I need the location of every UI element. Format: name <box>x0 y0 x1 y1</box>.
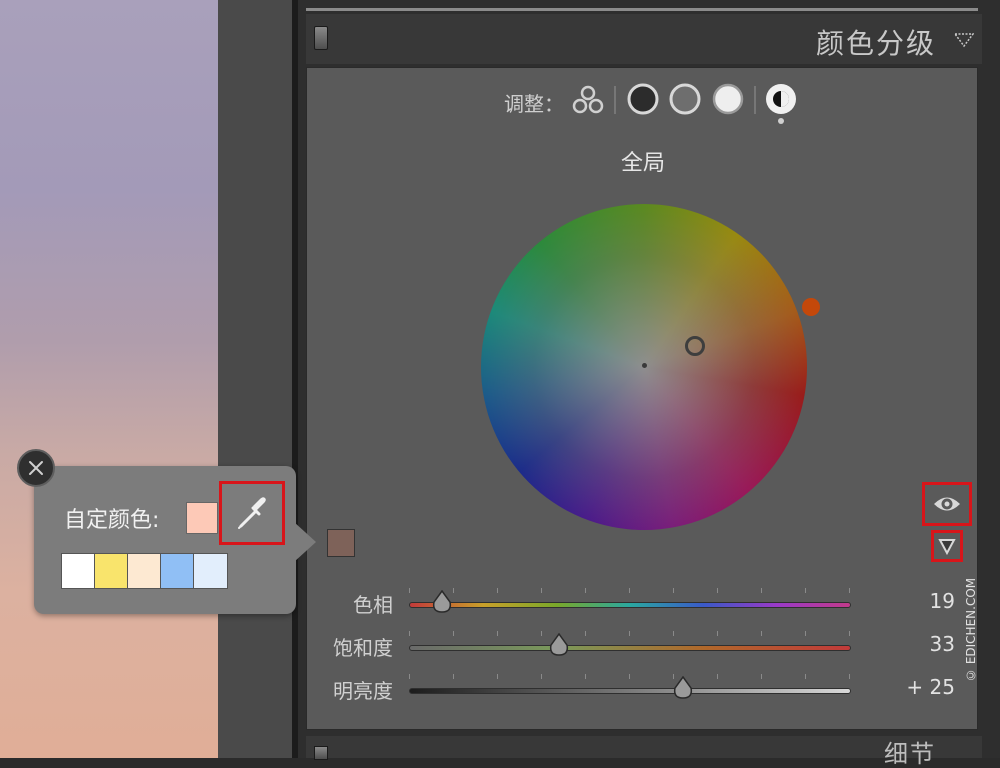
region-title: 全局 <box>620 151 665 176</box>
slider-tick <box>629 588 630 593</box>
slider-tick <box>849 674 850 679</box>
slider-tick <box>849 631 850 636</box>
slider-track[interactable] <box>409 645 851 651</box>
slider-tick <box>761 674 762 679</box>
slider-tick <box>761 588 762 593</box>
eyedropper-icon[interactable] <box>235 496 271 532</box>
preset-swatches <box>61 553 228 589</box>
adjust-label: 调整： <box>504 92 564 116</box>
slider-tick <box>761 631 762 636</box>
collapse-triangle-icon[interactable] <box>954 32 974 48</box>
popover-pointer <box>294 522 316 562</box>
slider-thumb-icon <box>433 589 452 613</box>
custom-color-label: 自定颜色: <box>64 508 160 533</box>
color-picker-handle[interactable] <box>685 336 705 356</box>
slider-tick <box>453 631 454 636</box>
eye-highlight-box <box>922 482 972 526</box>
top-rule <box>306 8 978 11</box>
detail-section-title: 细节 <box>884 740 936 768</box>
custom-color-popover: 自定颜色: <box>34 466 296 614</box>
eyedropper-highlight-box <box>219 481 285 545</box>
slider-tick <box>541 631 542 636</box>
slider-thumb-icon <box>673 675 693 699</box>
slider-tick <box>497 631 498 636</box>
slider-tick <box>805 674 806 679</box>
slider-tick <box>805 588 806 593</box>
mode-separator <box>754 86 756 114</box>
selected-color-swatch[interactable] <box>327 529 355 557</box>
eye-icon[interactable] <box>933 493 961 515</box>
slider-tick <box>453 588 454 593</box>
slider-value[interactable]: 33 <box>930 632 955 656</box>
slider-tick <box>497 674 498 679</box>
wheel-center-dot <box>642 363 647 368</box>
slider-value[interactable]: + 25 <box>906 675 955 699</box>
half-circle-icon[interactable] <box>764 82 798 116</box>
slider-label: 色相 <box>353 593 393 617</box>
slider-tick <box>585 631 586 636</box>
slider-tick <box>849 588 850 593</box>
slider-tick <box>673 631 674 636</box>
slider-label: 明亮度 <box>333 679 393 703</box>
slider-tick <box>673 588 674 593</box>
preset-swatch[interactable] <box>95 554 128 588</box>
mid-circle-icon[interactable] <box>668 82 702 116</box>
panel-gutter <box>218 0 294 758</box>
slider-label: 饱和度 <box>333 636 393 660</box>
preset-swatch[interactable] <box>128 554 161 588</box>
arrow-highlight-box <box>931 530 963 562</box>
custom-color-swatch[interactable] <box>186 502 218 534</box>
close-popover-button[interactable] <box>17 449 55 487</box>
hue-handle[interactable] <box>802 298 820 316</box>
slider-tick <box>629 674 630 679</box>
slider-tick <box>585 588 586 593</box>
preset-swatch[interactable] <box>161 554 194 588</box>
slider-ticks <box>409 631 851 637</box>
slider-tick <box>453 674 454 679</box>
slider-tick <box>805 631 806 636</box>
slider-row: 饱和度 33 <box>307 631 979 662</box>
light-circle-icon[interactable] <box>711 82 745 116</box>
slider-row: 明亮度 + 25 <box>307 674 979 705</box>
slider-track[interactable] <box>409 688 851 694</box>
detail-section-header[interactable]: 细节 <box>306 736 982 768</box>
slider-tick <box>541 588 542 593</box>
slider-tick <box>717 588 718 593</box>
expand-triangle-icon[interactable] <box>938 537 956 555</box>
slider-value[interactable]: 19 <box>930 589 955 613</box>
slider-tick <box>717 631 718 636</box>
close-icon <box>29 461 43 475</box>
slider-track[interactable] <box>409 602 851 608</box>
selected-mode-indicator <box>778 118 784 124</box>
preset-swatch[interactable] <box>194 554 227 588</box>
slider-tick <box>409 588 410 593</box>
slider-tick <box>629 631 630 636</box>
photo-preview <box>0 0 218 758</box>
slider-tick <box>409 631 410 636</box>
slider-row: 色相 19 <box>307 588 979 619</box>
dark-circle-icon[interactable] <box>626 82 660 116</box>
panel-toggle-switch[interactable] <box>314 26 328 50</box>
preset-swatch[interactable] <box>62 554 95 588</box>
color-grading-header[interactable]: 颜色分级 <box>306 14 982 64</box>
color-grading-content: 调整： 全局 色相 19 饱和度 33 明亮度 + 25 <box>306 67 978 730</box>
three-circles-icon[interactable] <box>571 84 605 116</box>
watermark: © EDICHEN.COM <box>964 577 978 683</box>
slider-tick <box>585 674 586 679</box>
panel-title: 颜色分级 <box>815 27 936 60</box>
slider-tick <box>409 674 410 679</box>
slider-ticks <box>409 674 851 680</box>
slider-tick <box>497 588 498 593</box>
slider-thumb-icon <box>550 632 569 656</box>
slider-tick <box>541 674 542 679</box>
mode-separator <box>614 86 616 114</box>
slider-ticks <box>409 588 851 594</box>
slider-tick <box>717 674 718 679</box>
